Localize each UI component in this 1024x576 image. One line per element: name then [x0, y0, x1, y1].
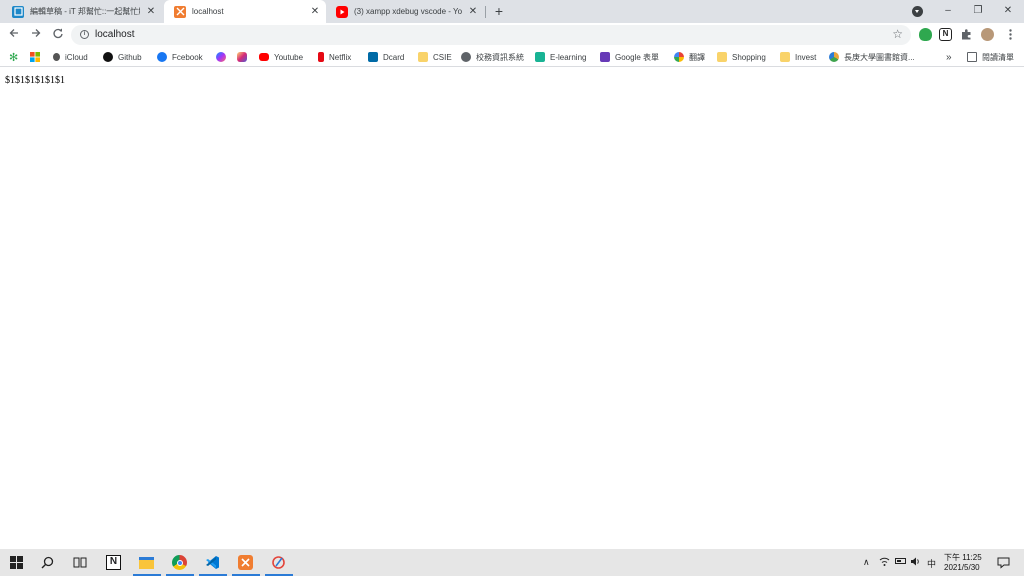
bookmark-messenger[interactable] — [216, 50, 231, 64]
bookmark-dcard[interactable]: Dcard — [368, 50, 404, 64]
bookmark-instagram[interactable] — [237, 50, 252, 64]
youtube-icon — [259, 53, 269, 61]
windows-taskbar: N ∧ 中 下午 11:25 2021/5/30 — [0, 549, 1024, 576]
dcard-icon — [368, 52, 378, 62]
adblock-extension-icon[interactable] — [919, 28, 932, 41]
bookmark-icloud[interactable]: iCloud — [53, 50, 88, 64]
address-bar[interactable]: i localhost ☆ — [71, 25, 911, 45]
ithome-favicon-icon — [12, 5, 24, 18]
folder-icon — [418, 52, 428, 62]
reading-list-button[interactable]: 閱讀清單 — [967, 50, 1014, 64]
bookmark-google-forms[interactable]: Google 表單 — [600, 50, 659, 64]
bookmark-folder-shopping[interactable]: Shopping — [717, 50, 766, 64]
bookmark-library[interactable]: 長庚大學圖書館資... — [829, 50, 915, 64]
search-icon[interactable] — [38, 553, 57, 572]
folder-icon — [717, 52, 727, 62]
google-icon — [674, 52, 684, 62]
page-viewport: $1$1$1$1$1$1 — [0, 68, 1024, 549]
microsoft-icon — [30, 52, 40, 62]
close-tab-icon[interactable]: ✕ — [466, 5, 480, 19]
bookmark-folder-invest[interactable]: Invest — [780, 50, 816, 64]
bookmark-translate[interactable]: 翻譯 — [674, 50, 705, 64]
menu-kebab-icon[interactable] — [1004, 28, 1017, 41]
tab-ithome[interactable]: 編輯草稿 - iT 邦幫忙::一起幫忙解 ✕ — [2, 0, 162, 23]
profile-avatar[interactable] — [981, 28, 994, 41]
file-explorer-icon[interactable] — [137, 553, 156, 572]
restore-button[interactable]: ❐ — [970, 3, 986, 19]
xampp-favicon-icon — [174, 5, 186, 18]
github-icon — [103, 52, 113, 62]
bookmark-school-system[interactable]: 校務資訊系統 — [461, 50, 524, 64]
paint-icon[interactable] — [269, 553, 288, 572]
tray-chevron-icon[interactable]: ∧ — [863, 557, 870, 568]
minimize-button[interactable]: – — [940, 3, 956, 19]
notion-icon[interactable]: N — [104, 553, 123, 572]
tab-divider — [485, 6, 486, 18]
vscode-icon[interactable] — [203, 553, 222, 572]
tab-localhost[interactable]: localhost ✕ — [164, 0, 326, 23]
tab-youtube[interactable]: (3) xampp xdebug vscode - YouT ✕ — [326, 0, 484, 23]
folder-icon — [780, 52, 790, 62]
reading-list-icon — [967, 52, 977, 62]
facebook-icon — [157, 52, 167, 62]
url-text[interactable]: localhost — [95, 29, 134, 40]
close-tab-icon[interactable]: ✕ — [144, 5, 158, 19]
task-view-icon[interactable] — [70, 553, 89, 572]
tab-strip: 編輯草稿 - iT 邦幫忙::一起幫忙解 ✕ localhost ✕ (3) x… — [0, 0, 1024, 23]
bookmarks-overflow-chevron-icon[interactable]: » — [946, 50, 952, 64]
extensions-puzzle-icon[interactable] — [960, 28, 973, 41]
apple-icon — [53, 53, 60, 61]
new-tab-button[interactable]: + — [491, 4, 507, 20]
bookmark-apps[interactable]: ✻ — [9, 50, 18, 64]
globe-icon — [461, 52, 471, 62]
tab-title: (3) xampp xdebug vscode - YouT — [354, 7, 462, 16]
messenger-icon — [216, 52, 226, 62]
volume-icon[interactable] — [910, 556, 921, 569]
apps-icon: ✻ — [9, 51, 19, 64]
battery-icon[interactable] — [895, 558, 906, 564]
close-tab-icon[interactable]: ✕ — [308, 5, 322, 19]
bookmark-youtube[interactable]: Youtube — [259, 50, 303, 64]
bookmark-facebook[interactable]: Fcebook — [157, 50, 203, 64]
tab-title: localhost — [192, 7, 224, 16]
ime-indicator[interactable]: 中 — [927, 557, 936, 570]
back-arrow-icon[interactable] — [6, 27, 22, 43]
clock-time[interactable]: 下午 11:25 — [944, 552, 982, 563]
bookmark-folder-csie[interactable]: CSIE — [418, 50, 452, 64]
wifi-icon[interactable] — [879, 556, 890, 569]
php-output-text: $1$1$1$1$1$1 — [5, 75, 65, 86]
bookmark-microsoft[interactable] — [30, 50, 40, 64]
forward-arrow-icon[interactable] — [28, 27, 44, 43]
tab-search-icon[interactable] — [912, 6, 923, 17]
reload-icon[interactable] — [50, 27, 66, 43]
moodle-icon — [535, 52, 545, 62]
google-forms-icon — [600, 52, 610, 62]
bookmark-github[interactable]: Github — [103, 50, 142, 64]
windows-start-icon[interactable] — [7, 553, 26, 572]
close-window-button[interactable]: ✕ — [1000, 3, 1016, 19]
notification-center-icon[interactable] — [994, 553, 1013, 572]
bookmark-star-icon[interactable]: ☆ — [892, 27, 903, 41]
bookmarks-bar: ✻ iCloud Github Fcebook Youtube Netflix … — [0, 47, 1024, 67]
instagram-icon — [237, 52, 247, 62]
netflix-icon — [318, 52, 324, 62]
notion-extension-icon[interactable]: N — [939, 28, 952, 41]
clock-date[interactable]: 2021/5/30 — [944, 563, 980, 572]
site-info-icon[interactable]: i — [80, 30, 89, 39]
chrome-icon[interactable] — [170, 553, 189, 572]
browser-toolbar: i localhost ☆ N — [0, 23, 1024, 47]
library-icon — [829, 52, 839, 62]
tab-title: 編輯草稿 - iT 邦幫忙::一起幫忙解 — [30, 7, 140, 16]
bookmark-elearning[interactable]: E-learning — [535, 50, 586, 64]
youtube-favicon-icon — [336, 5, 348, 18]
xampp-icon[interactable] — [236, 553, 255, 572]
bookmark-netflix[interactable]: Netflix — [318, 50, 351, 64]
